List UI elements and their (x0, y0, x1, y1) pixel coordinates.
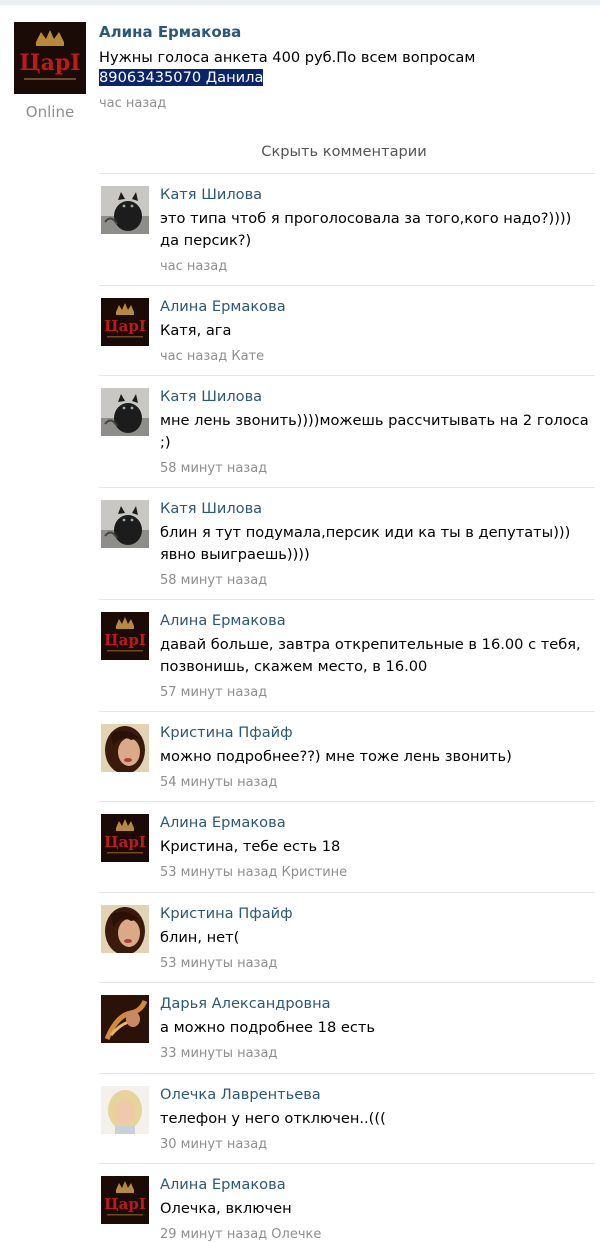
comment-time[interactable]: час назад (160, 259, 227, 274)
comment-item: ЦарI Алина Ермакова Олечка, включен 29 мину… (99, 1163, 595, 1242)
comment-author-avatar[interactable]: ЦарI (101, 298, 149, 346)
comment-author-name[interactable]: Алина Ермакова (160, 1176, 286, 1193)
comment-author-avatar[interactable] (101, 388, 149, 436)
comment-author-avatar[interactable]: ЦарI (101, 1176, 149, 1224)
comment-text: блин, нет( (160, 929, 240, 946)
comment-time[interactable]: 58 минут назад (160, 461, 267, 476)
comment-author-avatar[interactable]: ЦарI (101, 814, 149, 862)
comment-item: ЦарI Алина Ермакова давай больше, завтра о… (99, 599, 595, 712)
comment-time[interactable]: 53 минуты назад (160, 956, 277, 971)
svg-text:ЦарI: ЦарI (104, 631, 146, 649)
comment-author-avatar[interactable] (101, 905, 149, 955)
comment-author-name[interactable]: Катя Шилова (160, 500, 262, 517)
post-author-name[interactable]: Алина Ермакова (99, 23, 241, 41)
comment-item: Катя Шилова блин я тут подумала,персик ид… (99, 487, 595, 600)
comment-author-name[interactable]: Дарья Александровна (160, 995, 331, 1012)
svg-text:ЦарI: ЦарI (104, 833, 146, 851)
comment-time[interactable]: 29 минут назад Олечке (160, 1227, 321, 1242)
comment-time[interactable]: 33 минуты назад (160, 1046, 277, 1061)
comment-time[interactable]: 54 минуты назад (160, 775, 277, 790)
svg-text:ЦарI: ЦарI (104, 317, 146, 335)
wall-post: ЦарI Online Алина Ермакова Нужны голоса … (0, 0, 600, 130)
comment-text: а можно подробнее 18 есть (160, 1019, 375, 1036)
comment-time[interactable]: час назад Кате (160, 349, 264, 364)
comment-text: Олечка, включен (160, 1200, 292, 1217)
comment-author-avatar[interactable]: ЦарI (101, 612, 149, 660)
comment-time[interactable]: 30 минут назад (160, 1137, 267, 1152)
comment-author-avatar[interactable] (101, 724, 149, 774)
post-text-highlighted: 89063435070 Данила (99, 69, 264, 86)
comment-author-name[interactable]: Олечка Лаврентьева (160, 1086, 321, 1103)
comment-author-avatar[interactable] (101, 500, 149, 548)
comment-author-name[interactable]: Алина Ермакова (160, 612, 286, 629)
comment-text: Кристина, тебе есть 18 (160, 838, 341, 855)
comment-time[interactable]: 57 минут назад (160, 685, 267, 700)
svg-text:ЦарI: ЦарI (104, 1195, 146, 1213)
comment-author-name[interactable]: Катя Шилова (160, 186, 262, 203)
comment-time[interactable]: 53 минуты назад Кристине (160, 865, 347, 880)
comment-author-name[interactable]: Алина Ермакова (160, 814, 286, 831)
comment-text: мне лень звонить))))можешь рассчитывать … (160, 412, 589, 451)
comment-author-name[interactable]: Кристина Пфайф (160, 724, 293, 741)
comment-text: можно подробнее??) мне тоже лень звонить… (160, 748, 512, 765)
comment-item: Олечка Лаврентьева телефон у него отключе… (99, 1073, 595, 1164)
comment-author-avatar[interactable] (101, 995, 149, 1043)
comment-author-name[interactable]: Катя Шилова (160, 388, 262, 405)
comment-author-avatar[interactable] (101, 1086, 149, 1134)
comment-item: ЦарI Алина Ермакова Катя, ага час назад Кат… (99, 285, 595, 376)
comment-author-avatar[interactable] (101, 186, 149, 234)
post-text-main: Нужны голоса анкета 400 руб.По всем вопр… (99, 49, 476, 66)
comment-text: Катя, ага (160, 322, 232, 339)
comment-text: блин я тут подумала,персик иди ка ты в д… (160, 524, 571, 563)
comment-item: Кристина Пфайф можно подробнее??) мне тож… (99, 711, 595, 802)
comment-text: это типа чтоб я проголосовала за того,ко… (160, 210, 572, 249)
comment-item: Катя Шилова это типа чтоб я проголосовала… (99, 173, 595, 286)
online-status: Online (25, 103, 75, 121)
comment-author-name[interactable]: Алина Ермакова (160, 298, 286, 315)
comment-text: давай больше, завтра открепительные в 16… (160, 636, 581, 675)
hide-comments-link[interactable]: Скрыть комментарии (99, 143, 589, 160)
tsar-logo-text: ЦарI (19, 50, 80, 76)
post-text: Нужны голоса анкета 400 руб.По всем вопр… (99, 48, 589, 88)
comment-item: Кристина Пфайф блин, нет( 53 минуты назад (99, 892, 595, 983)
comment-item: ЦарI Алина Ермакова Кристина, тебе есть 18… (99, 801, 595, 893)
comment-time[interactable]: 58 минут назад (160, 573, 267, 588)
comment-item: Катя Шилова мне лень звонить))))можешь ра… (99, 375, 595, 488)
post-time[interactable]: час назад (99, 96, 166, 111)
comment-item: Дарья Александровна а можно подробнее 18 … (99, 982, 595, 1074)
comment-author-name[interactable]: Кристина Пфайф (160, 905, 293, 922)
post-author-avatar[interactable]: ЦарI (14, 22, 86, 94)
comment-text: телефон у него отключен..((( (160, 1110, 386, 1127)
